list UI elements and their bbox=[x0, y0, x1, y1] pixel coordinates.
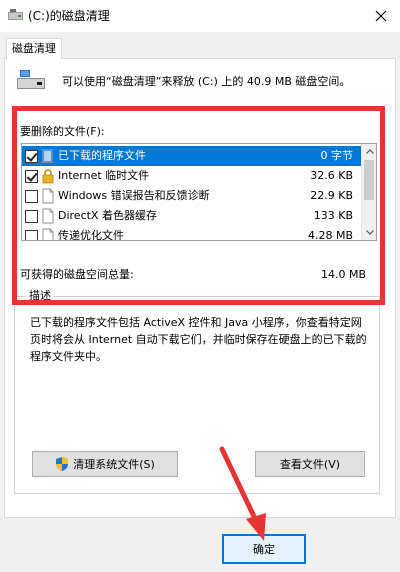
lock-icon bbox=[42, 169, 54, 184]
item-name: Windows 错误报告和反馈诊断 bbox=[58, 189, 210, 202]
list-item[interactable]: DirectX 着色器缓存 133 KB bbox=[22, 206, 363, 226]
description-text: 已下载的程序文件包括 ActiveX 控件和 Java 小程序，你查看特定网页时… bbox=[30, 316, 367, 363]
total-space-label: 可获得的磁盘空间总量: bbox=[20, 268, 134, 281]
list-item[interactable]: 传递优化文件 4.28 MB bbox=[22, 226, 363, 241]
close-icon bbox=[375, 10, 387, 22]
item-checkbox[interactable] bbox=[25, 190, 38, 203]
scroll-thumb[interactable] bbox=[364, 160, 374, 200]
list-scrollbar[interactable] bbox=[361, 144, 376, 240]
drive-icon bbox=[17, 70, 45, 89]
chevron-down-icon bbox=[365, 230, 374, 235]
header-text: 可以使用“磁盘清理”来释放 (C:) 上的 40.9 MB 磁盘空间。 bbox=[62, 75, 351, 88]
list-item[interactable]: Windows 错误报告和反馈诊断 22.9 KB bbox=[22, 186, 363, 206]
files-listbox[interactable]: 已下载的程序文件 0 字节 Internet 临时文件 32.6 KB Wind… bbox=[21, 143, 377, 241]
item-checkbox[interactable] bbox=[25, 230, 38, 240]
item-size: 22.9 KB bbox=[310, 189, 353, 202]
item-name: 已下载的程序文件 bbox=[56, 148, 148, 164]
close-button[interactable] bbox=[366, 2, 396, 30]
item-checkbox[interactable] bbox=[25, 170, 38, 183]
view-files-button[interactable]: 查看文件(V) bbox=[255, 451, 365, 477]
item-size: 0 字节 bbox=[320, 149, 354, 162]
files-to-delete-label: 要删除的文件(F): bbox=[20, 125, 105, 138]
item-name: DirectX 着色器缓存 bbox=[58, 209, 157, 222]
item-size: 133 KB bbox=[313, 209, 353, 222]
item-checkbox[interactable] bbox=[25, 150, 38, 163]
item-name: 传递优化文件 bbox=[58, 229, 124, 241]
list-item[interactable]: Internet 临时文件 32.6 KB bbox=[22, 166, 363, 186]
total-space-value: 14.0 MB bbox=[320, 268, 366, 281]
tab-disk-cleanup[interactable]: 磁盘清理 bbox=[6, 38, 62, 59]
scroll-up-button[interactable] bbox=[362, 144, 376, 159]
description-title: 描述 bbox=[26, 290, 54, 302]
ok-button[interactable]: 确定 bbox=[222, 534, 306, 564]
window-title: (C:)的磁盘清理 bbox=[28, 9, 110, 23]
file-icon bbox=[42, 208, 54, 224]
file-icon bbox=[42, 188, 54, 204]
item-size: 4.28 MB bbox=[307, 229, 353, 241]
item-checkbox[interactable] bbox=[25, 210, 38, 223]
list-item[interactable]: 已下载的程序文件 0 字节 bbox=[22, 146, 363, 166]
shield-icon bbox=[56, 457, 69, 471]
chevron-up-icon bbox=[365, 149, 374, 154]
program-files-icon bbox=[42, 149, 53, 163]
item-name: Internet 临时文件 bbox=[58, 169, 150, 182]
item-size: 32.6 KB bbox=[310, 169, 353, 182]
scroll-down-button[interactable] bbox=[362, 225, 376, 240]
file-icon bbox=[42, 228, 54, 240]
disk-cleanup-icon bbox=[8, 9, 23, 20]
clean-system-files-button[interactable]: 清理系统文件(S) bbox=[32, 451, 178, 477]
clean-system-files-label: 清理系统文件(S) bbox=[73, 458, 155, 471]
